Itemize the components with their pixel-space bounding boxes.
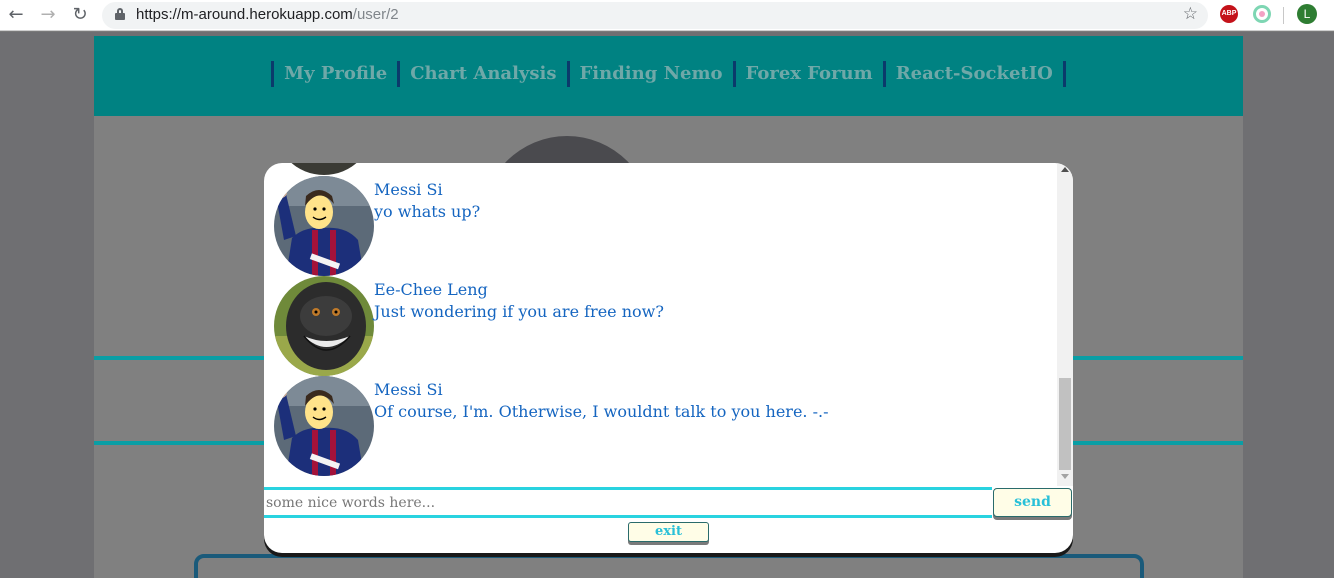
send-button[interactable]: send: [993, 488, 1072, 517]
background-card: [194, 554, 1144, 578]
message-sender: Messi Si: [374, 180, 443, 199]
profile-avatar[interactable]: L: [1297, 4, 1317, 24]
chat-modal: Messi Si yo whats up? Ee-Chee Leng Just …: [264, 163, 1073, 553]
nav-item-react-socketio[interactable]: React-SocketIO: [882, 61, 1066, 87]
message-text: Of course, I'm. Otherwise, I wouldnt tal…: [374, 402, 829, 421]
url-host: https://m-around.herokuapp.com: [136, 6, 353, 23]
nav-item-forex-forum[interactable]: Forex Forum: [732, 61, 883, 87]
lock-icon: [115, 8, 125, 20]
messi-avatar: [274, 176, 374, 276]
exit-button[interactable]: exit: [628, 522, 709, 542]
scrollbar-thumb[interactable]: [1059, 378, 1071, 470]
toolbar-divider: [1283, 7, 1284, 24]
message-text: Just wondering if you are free now?: [374, 302, 664, 321]
url-path: /user/2: [352, 6, 399, 23]
chat-message-list[interactable]: Messi Si yo whats up? Ee-Chee Leng Just …: [264, 163, 1057, 486]
address-bar[interactable]: https://m-around.herokuapp.com/user/2 ☆: [102, 2, 1208, 29]
messi-avatar: [274, 376, 374, 476]
nav-item-chart-analysis[interactable]: Chart Analysis: [397, 61, 566, 87]
chat-message: Messi Si yo whats up?: [274, 176, 1044, 276]
reload-icon[interactable]: ↻: [69, 4, 91, 26]
scroll-down-arrow-icon[interactable]: [1061, 474, 1069, 479]
message-sender: Messi Si: [374, 380, 443, 399]
nav-item-my-profile[interactable]: My Profile: [271, 61, 397, 87]
message-sender: Ee-Chee Leng: [374, 280, 488, 299]
message-input[interactable]: [264, 487, 992, 518]
message-compose-row: send: [264, 487, 1073, 518]
chat-message: Ee-Chee Leng Just wondering if you are f…: [274, 276, 1044, 376]
back-arrow-icon[interactable]: ←: [5, 4, 27, 26]
previous-message-avatar: [274, 163, 374, 175]
bookmark-star-icon[interactable]: ☆: [1183, 4, 1198, 24]
url-text[interactable]: https://m-around.herokuapp.com/user/2: [136, 6, 399, 23]
site-header: My Profile Chart Analysis Finding Nemo F…: [94, 36, 1243, 116]
scroll-up-arrow-icon[interactable]: [1061, 167, 1069, 172]
extension-ring-icon[interactable]: [1253, 5, 1271, 23]
adblock-extension-icon[interactable]: ABP: [1220, 5, 1238, 23]
main-nav: My Profile Chart Analysis Finding Nemo F…: [94, 61, 1243, 87]
browser-toolbar: ← → ↻ https://m-around.herokuapp.com/use…: [0, 0, 1334, 31]
monkey-avatar: [274, 276, 374, 376]
chat-message: Messi Si Of course, I'm. Otherwise, I wo…: [274, 376, 1044, 476]
chat-scrollbar[interactable]: [1057, 163, 1073, 486]
message-text: yo whats up?: [374, 202, 481, 221]
nav-item-finding-nemo[interactable]: Finding Nemo: [566, 61, 733, 87]
forward-arrow-icon[interactable]: →: [37, 4, 59, 26]
